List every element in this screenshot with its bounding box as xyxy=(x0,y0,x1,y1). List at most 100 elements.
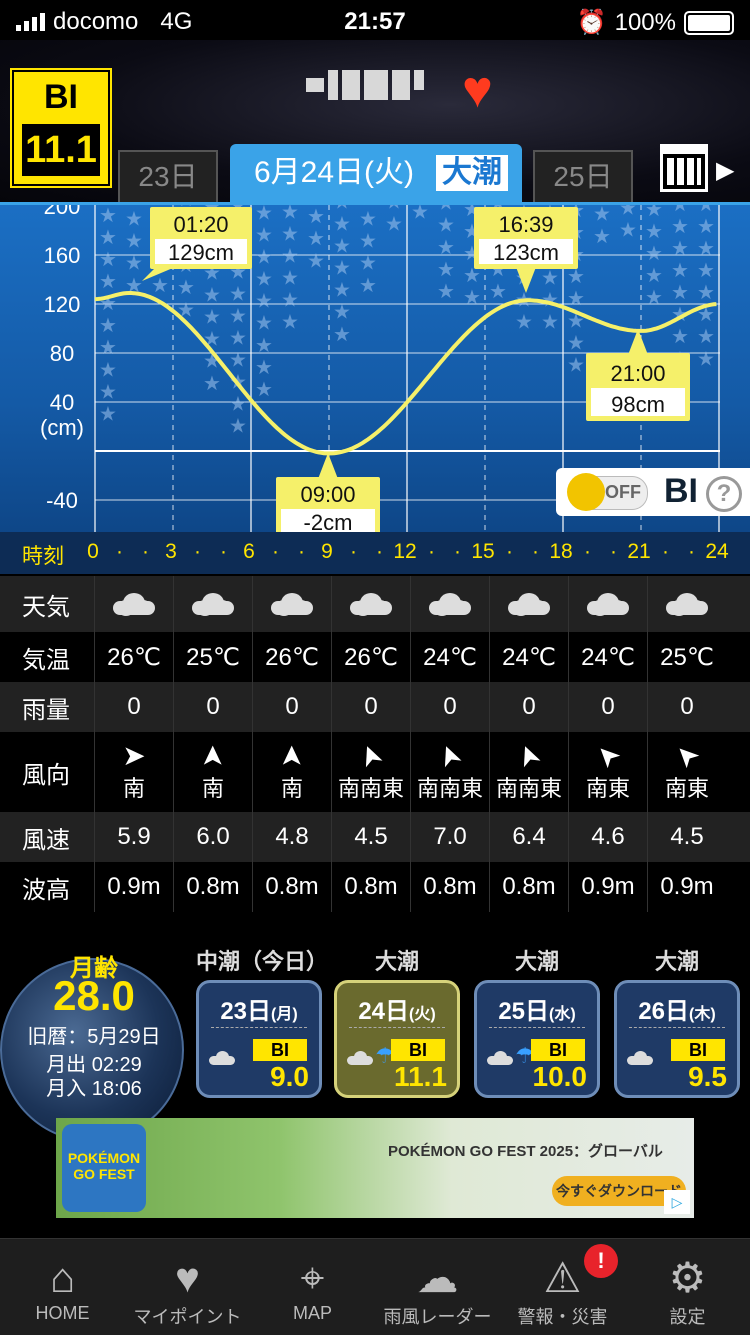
day-date: 25日(水) xyxy=(498,998,576,1025)
bi-star: ★ xyxy=(229,327,247,349)
bi-star: ★ xyxy=(333,205,351,213)
heart-icon: ♥ xyxy=(175,1254,200,1301)
bi-star: ★ xyxy=(567,332,585,354)
calendar-icon[interactable] xyxy=(660,144,708,192)
time-axis: 時刻 0 3 6 9 12 15 18 21 24 · · · · · · · · · · · · · ·… xyxy=(0,532,750,574)
axis-dot: · xyxy=(454,540,461,563)
bi-star: ★ xyxy=(229,394,247,416)
current-date: 6月24日(火) xyxy=(254,156,415,189)
wave-cell: 0.8m xyxy=(173,862,252,912)
bi-star: ★ xyxy=(281,223,299,245)
prev-day-tab[interactable]: 23日 xyxy=(118,150,218,204)
row-header: 風向 xyxy=(22,761,70,789)
bi-star: ★ xyxy=(697,216,715,238)
tab-home[interactable]: ⌂ HOME xyxy=(0,1239,125,1335)
bi-star: ★ xyxy=(645,221,663,243)
y-axis-label: 200 xyxy=(44,205,81,219)
alarm-icon: ⏰ xyxy=(576,9,607,36)
rain-cell: 0 xyxy=(410,682,489,732)
axis-dot: · xyxy=(688,540,695,563)
y-axis-label: 80 xyxy=(50,341,74,366)
next-day-tab[interactable]: 25日 xyxy=(533,150,633,204)
wave-cell: 0.9m xyxy=(647,862,726,912)
divider xyxy=(349,1027,445,1028)
bi-star: ★ xyxy=(359,231,377,253)
time-tick: 15 xyxy=(471,540,495,563)
y-axis-label: 120 xyxy=(44,292,81,317)
y-axis-label: 40 xyxy=(50,390,74,415)
bi-toggle[interactable]: OFF BI ? xyxy=(556,468,750,516)
bi-star: ★ xyxy=(99,271,117,293)
wind-dir-label: 南 xyxy=(201,776,224,801)
bi-badge: BI xyxy=(391,1039,445,1061)
axis-dot: · xyxy=(194,540,201,563)
bi-star: ★ xyxy=(255,357,273,379)
wind-speed-cell: 6.4 xyxy=(489,812,568,862)
bi-star: ★ xyxy=(671,216,689,238)
bi-badge: BI xyxy=(671,1039,725,1061)
tab-label: 設定 xyxy=(669,1307,706,1327)
wind-direction-row: 風向 ➤ 南 ➤ 南 ➤ 南 ➤ 南南東 ➤ 南南東 ➤ 南南東 ➤ 南東 ➤ 南東 xyxy=(0,732,750,812)
day-card-23[interactable]: 23日(月) BI 9.0 xyxy=(196,980,322,1098)
wave-cell: 0.9m xyxy=(568,862,647,912)
bi-star: ★ xyxy=(255,269,273,291)
rain-row: 雨量 0 0 0 0 0 0 0 0 xyxy=(0,682,750,732)
temp-cell: 25℃ xyxy=(173,632,252,682)
day-card-26[interactable]: 26日(木) BI 9.5 xyxy=(614,980,740,1098)
bi-star: ★ xyxy=(307,228,325,250)
toggle-state: OFF xyxy=(605,482,641,502)
cloud-icon xyxy=(587,593,629,615)
temp-cell: 24℃ xyxy=(410,632,489,682)
bi-value: 9.5 xyxy=(688,1061,727,1092)
tab-settings[interactable]: ⚙ 設定 xyxy=(625,1239,750,1335)
bi-star: ★ xyxy=(619,220,637,242)
bi-star: ★ xyxy=(333,236,351,258)
wind-dir-label: 南南東 xyxy=(337,776,404,801)
bi-star: ★ xyxy=(99,315,117,337)
tab-label: HOME xyxy=(35,1303,90,1323)
cloud-icon xyxy=(487,1051,513,1065)
day-card-25[interactable]: 25日(水) ☂ BI 10.0 xyxy=(474,980,600,1098)
axis-dot: · xyxy=(662,540,669,563)
favorite-heart-icon[interactable]: ♥ xyxy=(462,64,493,116)
cloud-icon xyxy=(508,593,550,615)
weather-cell xyxy=(94,576,173,632)
tab-my-points[interactable]: ♥ マイポイント xyxy=(125,1239,250,1335)
bi-star: ★ xyxy=(697,260,715,282)
bi-star: ★ xyxy=(385,214,403,236)
wind-arrow-icon: ➤ xyxy=(667,737,706,776)
time-tick: 6 xyxy=(243,540,255,563)
wave-height-row: 波高 0.9m 0.8m 0.8m 0.8m 0.8m 0.8m 0.9m 0.… xyxy=(0,862,750,912)
cloud-icon xyxy=(627,1051,653,1065)
ad-title: POKÉMON GO FEST 2025：グローバル xyxy=(388,1143,663,1160)
ad-banner[interactable]: POKÉMON GO FEST POKÉMON GO FEST 2025：グロー… xyxy=(56,1118,694,1218)
axis-dot: · xyxy=(350,540,357,563)
bi-star: ★ xyxy=(437,205,455,215)
bi-star: ★ xyxy=(671,205,689,216)
help-icon[interactable]: ? xyxy=(706,476,742,512)
wind-dir-cell: ➤ 南 xyxy=(173,732,252,812)
toggle-switch[interactable]: OFF xyxy=(567,473,648,511)
wind-dir-label: 南 xyxy=(280,776,303,801)
wind-dir-cell: ➤ 南東 xyxy=(647,732,726,812)
adchoices-icon[interactable]: ▷ xyxy=(664,1190,690,1214)
bi-value: 10.0 xyxy=(532,1061,588,1092)
bi-star: ★ xyxy=(99,359,117,381)
home-icon: ⌂ xyxy=(49,1254,76,1301)
wind-speed-cell: 4.6 xyxy=(568,812,647,862)
wind-speed-cell: 5.9 xyxy=(94,812,173,862)
row-header: 波高 xyxy=(22,876,70,904)
current-day-tab: 6月24日(火) 大潮 xyxy=(230,144,522,202)
bi-star: ★ xyxy=(697,326,715,348)
wind-dir-label: 南東 xyxy=(585,776,630,801)
day-card-24[interactable]: 24日(火) ☂ BI 11.1 xyxy=(334,980,460,1098)
axis-dot: · xyxy=(142,540,149,563)
tab-radar[interactable]: ☁ 雨風レーダー xyxy=(375,1239,500,1335)
battery-icon xyxy=(684,10,734,35)
bi-star: ★ xyxy=(333,214,351,236)
tab-map[interactable]: ⌖ MAP xyxy=(250,1239,375,1335)
wave-cell: 0.8m xyxy=(252,862,331,912)
bi-star: ★ xyxy=(645,205,663,221)
chevron-right-icon[interactable]: ▶ xyxy=(716,156,734,185)
day-tide-label: 中潮（今日） xyxy=(196,949,329,974)
